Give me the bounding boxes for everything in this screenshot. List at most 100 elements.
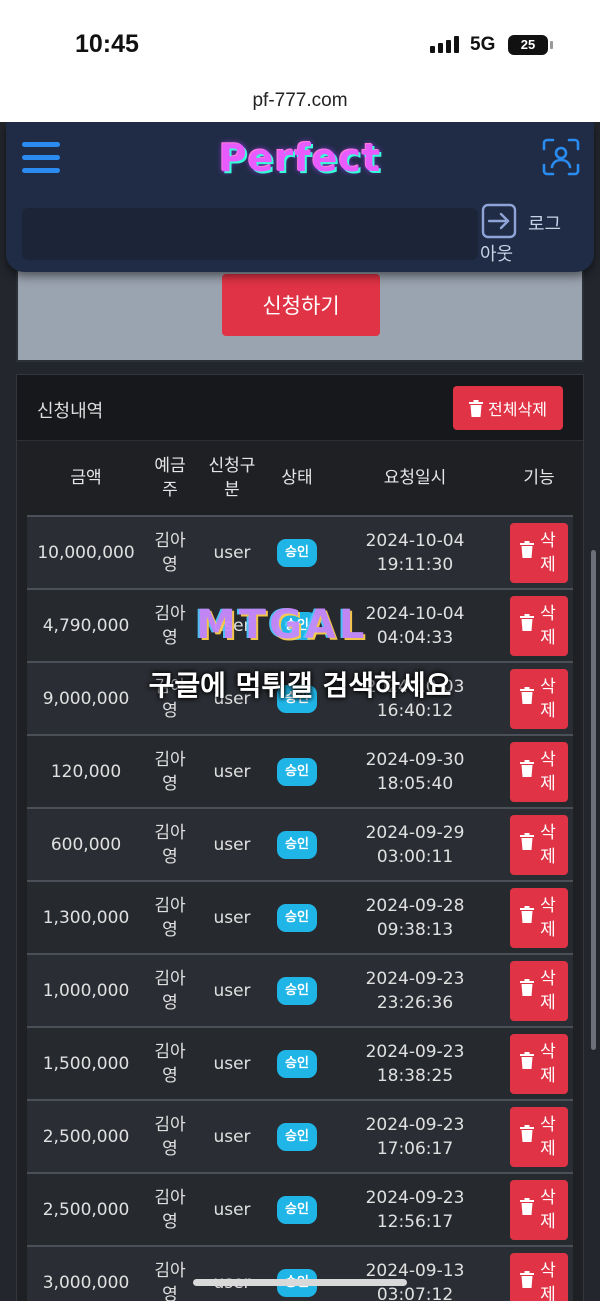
depositor-cell: 김아 영 — [154, 895, 186, 940]
table-row: 9,000,000 김아 영 user 승인 2024-10-03 16:40:12 삭 제 — [27, 661, 573, 734]
table-body: 10,000,000 김아 영 user 승인 2024-10-04 19:11:30 삭 제 4… — [27, 515, 573, 1301]
trash-icon — [520, 978, 534, 1003]
datetime-cell: 2024-09-23 17:06:17 — [365, 1114, 465, 1159]
depositor-cell: 김아 영 — [154, 603, 186, 648]
status-cell: 승인 — [269, 882, 325, 953]
datetime-cell: 2024-09-23 23:26:36 — [365, 968, 465, 1013]
type-cell: user — [213, 761, 251, 782]
home-indicator[interactable] — [193, 1279, 407, 1286]
history-card: 신청내역 전체삭제 금액 예금 주 신청구 분 상태 요청일시 기능 10,000,… — [16, 374, 584, 1301]
logout-icon — [481, 203, 517, 239]
function-cell: 삭제 — [505, 882, 573, 953]
amount-cell: 3,000,000 — [42, 1272, 130, 1293]
status-cell: 승인 — [269, 1174, 325, 1245]
col-depositor: 예금 주 — [154, 456, 186, 500]
delete-button[interactable]: 삭제 — [510, 960, 568, 1021]
trash-icon — [520, 832, 534, 857]
header-input-area[interactable] — [22, 208, 478, 260]
depositor-cell: 김아 영 — [154, 822, 186, 867]
delete-button[interactable]: 삭제 — [510, 1179, 568, 1240]
depositor-cell: 김아 영 — [154, 1187, 186, 1232]
delete-button[interactable]: 삭제 — [510, 522, 568, 583]
type-cell: user — [213, 1199, 251, 1220]
delete-button[interactable]: 삭제 — [510, 595, 568, 656]
delete-label: 삭제 — [540, 749, 556, 794]
function-cell: 삭제 — [505, 955, 573, 1026]
status-badge: 승인 — [277, 684, 317, 713]
status-badge: 승인 — [277, 976, 317, 1005]
amount-cell: 2,500,000 — [42, 1126, 130, 1147]
datetime-cell: 2024-09-23 18:38:25 — [365, 1041, 465, 1086]
logout-button[interactable]: 로그 아웃 — [478, 202, 588, 265]
logout-label-2: 아웃 — [480, 244, 514, 265]
function-cell: 삭제 — [505, 1247, 573, 1301]
function-cell: 삭제 — [505, 663, 573, 734]
table-header: 금액 예금 주 신청구 분 상태 요청일시 기능 — [27, 441, 573, 515]
delete-label: 삭제 — [540, 676, 556, 721]
function-cell: 삭제 — [505, 1028, 573, 1099]
delete-label: 삭제 — [540, 1041, 556, 1086]
delete-button[interactable]: 삭제 — [510, 814, 568, 875]
delete-label: 삭제 — [540, 1260, 556, 1301]
delete-button[interactable]: 삭제 — [510, 1252, 568, 1301]
delete-label: 삭제 — [540, 895, 556, 940]
scrollbar[interactable] — [591, 550, 596, 1050]
status-cell: 승인 — [269, 1247, 325, 1301]
status-cell: 승인 — [269, 590, 325, 661]
col-amount: 금액 — [70, 468, 102, 488]
status-badge: 승인 — [277, 1049, 317, 1078]
table-row: 600,000 김아 영 user 승인 2024-09-29 03:00:11 삭 제 — [27, 807, 573, 880]
status-bar: 10:45 5G 25 — [0, 0, 600, 84]
trash-icon — [520, 613, 534, 638]
site-logo[interactable]: Perfect — [6, 136, 594, 180]
table-row: 10,000,000 김아 영 user 승인 2024-10-04 19:11:30 삭 제 — [27, 515, 573, 588]
status-cell: 승인 — [269, 955, 325, 1026]
status-badge: 승인 — [277, 757, 317, 786]
depositor-cell: 김아 영 — [154, 676, 186, 721]
amount-cell: 600,000 — [50, 834, 122, 855]
trash-icon — [520, 759, 534, 784]
type-cell: user — [213, 907, 251, 928]
amount-cell: 2,500,000 — [42, 1199, 130, 1220]
logout-label: 로그 — [528, 214, 562, 235]
col-function: 기능 — [523, 468, 555, 488]
delete-button[interactable]: 삭제 — [510, 1106, 568, 1167]
status-cell: 승인 — [269, 517, 325, 588]
status-cell: 승인 — [269, 736, 325, 807]
trash-icon — [520, 1051, 534, 1076]
address-bar[interactable]: pf-777.com — [0, 84, 600, 122]
table-row: 1,300,000 김아 영 user 승인 2024-09-28 09:38:13 삭 제 — [27, 880, 573, 953]
delete-button[interactable]: 삭제 — [510, 668, 568, 729]
type-cell: user — [213, 615, 251, 636]
trash-icon — [520, 905, 534, 930]
amount-cell: 120,000 — [50, 761, 122, 782]
type-cell: user — [213, 834, 251, 855]
status-badge: 승인 — [277, 903, 317, 932]
type-cell: user — [195, 1247, 269, 1301]
delete-label: 삭제 — [540, 968, 556, 1013]
depositor-cell: 김아 영 — [154, 1114, 186, 1159]
table-row: 1,500,000 김아 영 user 승인 2024-09-23 18:38:25 삭 제 — [27, 1026, 573, 1099]
depositor-cell: 김아 영 — [154, 749, 186, 794]
table-row: 2,500,000 김아 영 user 승인 2024-09-23 12:56:17 삭 제 — [27, 1172, 573, 1245]
table-row: 2,500,000 김아 영 user 승인 2024-09-23 17:06:17 삭 제 — [27, 1099, 573, 1172]
user-scan-icon[interactable] — [542, 138, 580, 176]
delete-button[interactable]: 삭제 — [510, 887, 568, 948]
type-cell: user — [213, 542, 251, 563]
delete-label: 삭제 — [540, 1114, 556, 1159]
page: Perfect 로그 아웃 신청하기 신청내역 전체삭제 금액 예금 주 신청구… — [0, 122, 600, 1301]
datetime-cell: 2024-09-13 03:07:12 — [365, 1260, 465, 1301]
depositor-cell: 김아 영 — [154, 530, 186, 575]
delete-button[interactable]: 삭제 — [510, 741, 568, 802]
delete-all-button[interactable]: 전체삭제 — [453, 386, 563, 430]
amount-cell: 1,500,000 — [42, 1053, 130, 1074]
function-cell: 삭제 — [505, 1101, 573, 1172]
top-navbar: Perfect 로그 아웃 — [6, 122, 594, 272]
apply-button[interactable]: 신청하기 — [222, 274, 380, 336]
depositor-cell: 김아 영 — [154, 1041, 186, 1086]
datetime-cell: 2024-10-03 16:40:12 — [365, 676, 465, 721]
battery-icon: 25 — [508, 35, 553, 55]
status-cell: 승인 — [269, 1028, 325, 1099]
delete-button[interactable]: 삭제 — [510, 1033, 568, 1094]
depositor-cell: 김아 영 — [154, 1260, 186, 1301]
